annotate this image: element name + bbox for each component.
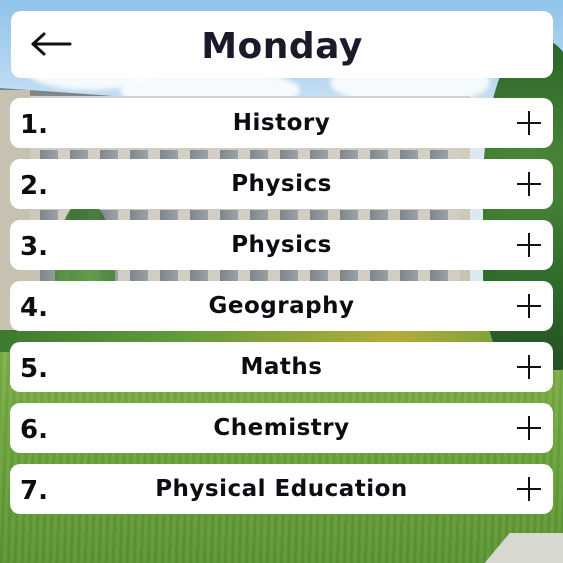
page-title: Monday [201, 26, 363, 67]
lesson-subject: Physics [231, 232, 332, 258]
header-bar: Monday [11, 11, 553, 78]
lesson-subject: Physical Education [155, 476, 408, 502]
plus-icon[interactable] [515, 414, 543, 442]
lesson-row[interactable]: 3. Physics [10, 220, 553, 270]
lesson-row[interactable]: 2. Physics [10, 159, 553, 209]
plus-icon[interactable] [515, 109, 543, 137]
lesson-subject: Maths [240, 354, 323, 380]
plus-icon[interactable] [515, 231, 543, 259]
lesson-subject: Geography [208, 293, 355, 319]
lesson-subject: Physics [231, 171, 332, 197]
lesson-subject: Chemistry [213, 415, 350, 441]
plus-icon[interactable] [515, 353, 543, 381]
lesson-row[interactable]: 6. Chemistry [10, 403, 553, 453]
lesson-row[interactable]: 7. Physical Education [10, 464, 553, 514]
plus-icon[interactable] [515, 292, 543, 320]
lesson-row[interactable]: 5. Maths [10, 342, 553, 392]
lesson-subject: History [232, 110, 331, 136]
lesson-row[interactable]: 4. Geography [10, 281, 553, 331]
plus-icon[interactable] [515, 170, 543, 198]
lesson-list: 1. History 2. Physics 3. Physics 4. Geog… [10, 98, 553, 525]
plus-icon[interactable] [515, 475, 543, 503]
lesson-row[interactable]: 1. History [10, 98, 553, 148]
